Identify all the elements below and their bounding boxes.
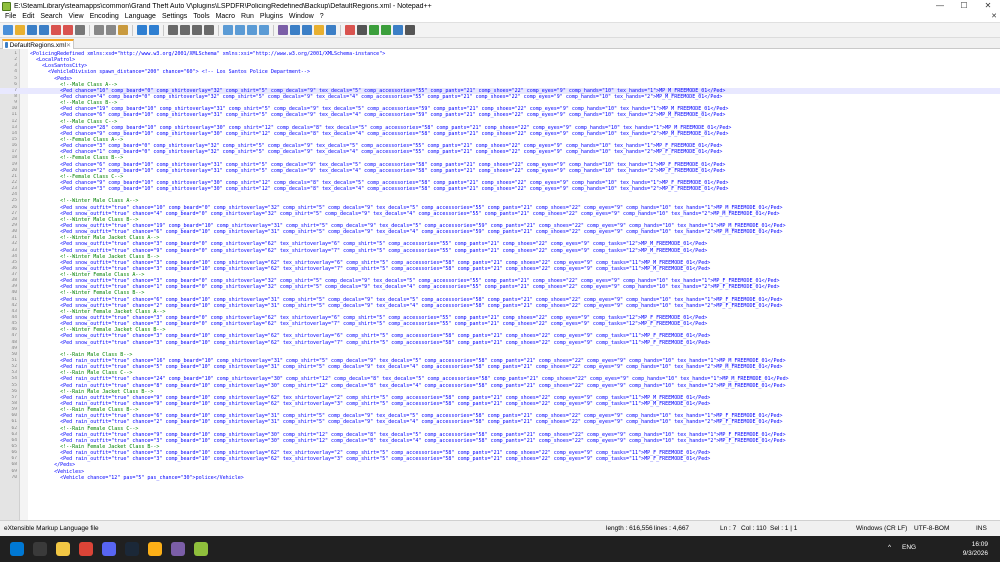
tab-label: DefaultRegions.xml [9,41,66,49]
editor-area[interactable]: 1 <PolicingRedefined xmlns:xsd="http://ww… [0,49,1000,520]
find-icon[interactable] [168,25,178,35]
undo-icon[interactable] [137,25,147,35]
status-encoding[interactable]: UTF-8-BOM [914,525,949,532]
discord-icon[interactable] [102,542,116,556]
cut-icon[interactable] [94,25,104,35]
toolbar [0,22,1000,38]
maximize-button[interactable]: ☐ [952,0,976,12]
status-file-type: eXtensible Markup Language file [4,525,99,532]
zoom-in-icon[interactable] [192,25,202,35]
saved-file-icon [5,42,8,48]
paste-icon[interactable] [118,25,128,35]
notepadpp-icon[interactable] [194,542,208,556]
toolbar-separator [218,24,219,36]
code-lines: 1 <PolicingRedefined xmlns:xsd="http://ww… [0,51,1000,481]
status-bar: eXtensible Markup Language file length :… [0,520,1000,536]
function-list-icon[interactable] [302,25,312,35]
toolbar-separator [132,24,133,36]
gamepad-icon[interactable] [171,542,185,556]
close-document-button[interactable]: ✕ [991,12,997,20]
file-explorer-icon[interactable] [56,542,70,556]
close-window-button[interactable]: ✕ [976,0,1000,12]
replace-icon[interactable] [180,25,190,35]
title-bar: E:\SteamLibrary\steamapps\common\Grand T… [0,0,1000,12]
toolbar-separator [273,24,274,36]
tray-chevron-icon[interactable]: ^ [888,544,891,551]
menu-window[interactable]: Window [286,12,317,22]
menu-settings[interactable]: Settings [159,12,190,22]
open-file-icon[interactable] [15,25,25,35]
tab-defaultregions[interactable]: DefaultRegions.xml ✕ [2,39,74,49]
menu-edit[interactable]: Edit [19,12,37,22]
menu-help[interactable]: ? [317,12,327,22]
menu-encoding[interactable]: Encoding [87,12,122,22]
clock-date: 9/3/2026 [962,550,988,557]
status-lines: lines : 4,667 [654,525,690,532]
clock-time: 16:09 [971,541,988,548]
menu-view[interactable]: View [66,12,87,22]
language-icon[interactable] [278,25,288,35]
copy-icon[interactable] [106,25,116,35]
sync-scroll-icon[interactable] [223,25,233,35]
line-number: 70 [11,474,17,480]
redo-icon[interactable] [149,25,159,35]
tab-close-icon[interactable]: ✕ [66,42,71,49]
save-icon[interactable] [27,25,37,35]
menu-file[interactable]: File [2,12,19,22]
monitor-icon[interactable] [326,25,336,35]
windows-start-icon[interactable] [10,542,24,556]
toolbar-separator [89,24,90,36]
taskbar-clock[interactable]: 16:09 9/3/2026 [963,540,988,558]
run-macro-multiple-icon[interactable] [381,25,391,35]
toolbar-separator [340,24,341,36]
indent-guide-icon[interactable] [259,25,269,35]
toolbar-separator [163,24,164,36]
play-macro-icon[interactable] [369,25,379,35]
menu-macro[interactable]: Macro [213,12,238,22]
window-title: E:\SteamLibrary\steamapps\common\Grand T… [14,2,432,10]
word-wrap-icon[interactable] [235,25,245,35]
chrome-icon[interactable] [79,542,93,556]
folder-workspace-icon[interactable] [314,25,324,35]
minimize-button[interactable]: — [928,0,952,12]
record-macro-icon[interactable] [345,25,355,35]
menu-bar: File Edit Search View Encoding Language … [0,12,1000,22]
status-ln: Ln : 7 [720,525,737,532]
code-line[interactable]: 70 <Vehicle chance="12" pas="5" pas_chan… [0,475,1000,481]
menu-language[interactable]: Language [122,12,159,22]
search-icon[interactable] [33,542,47,556]
taskbar: ^ ENG 16:09 9/3/2026 [0,536,1000,562]
close-all-icon[interactable] [63,25,73,35]
show-all-chars-icon[interactable] [247,25,257,35]
status-ins[interactable]: INS [976,525,987,532]
save-macro-icon[interactable] [393,25,403,35]
menu-tools[interactable]: Tools [190,12,212,22]
tray-lang[interactable]: ENG [902,544,916,551]
steam-icon[interactable] [125,542,139,556]
menu-run[interactable]: Run [238,12,257,22]
close-icon[interactable] [51,25,61,35]
zoom-out-icon[interactable] [204,25,214,35]
doc-map-icon[interactable] [290,25,300,35]
menu-plugins[interactable]: Plugins [257,12,286,22]
notepadpp-app-icon [2,1,11,11]
stop-macro-icon[interactable] [357,25,367,35]
tab-bar: DefaultRegions.xml ✕ [0,38,1000,49]
line-text: <Vehicle chance="12" pas="5" pas_chance=… [30,474,244,481]
print-icon[interactable] [75,25,85,35]
rockstar-icon[interactable] [148,542,162,556]
status-col: Col : 110 [741,525,767,532]
save-all-icon[interactable] [39,25,49,35]
menu-search[interactable]: Search [37,12,65,22]
new-file-icon[interactable] [3,25,13,35]
abc-spellcheck-icon[interactable] [405,25,415,35]
status-eol[interactable]: Windows (CR LF) [856,525,907,532]
status-length: length : 616,556 [606,525,653,532]
status-sel: Sel : 1 | 1 [770,525,798,532]
